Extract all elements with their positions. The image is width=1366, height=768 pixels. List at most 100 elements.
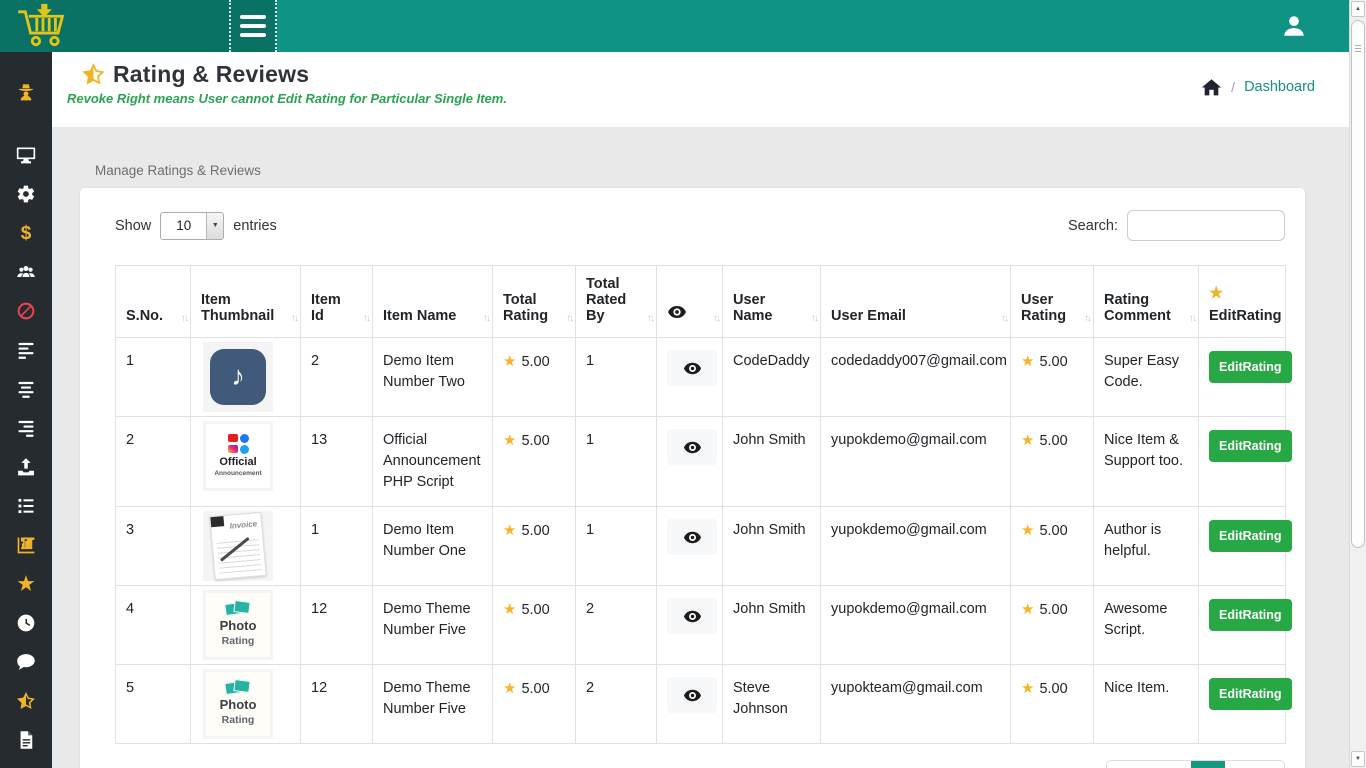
item-name-cell: Demo Item Number Two — [373, 338, 493, 417]
star-icon: ★ — [1021, 353, 1034, 370]
column-header-item-thumbnail[interactable]: Item Thumbnail↑↓ — [191, 266, 301, 338]
thumbnail-cell: Photo Rating — [191, 586, 301, 665]
sidebar-item-list-2[interactable] — [11, 375, 41, 403]
view-rating-button[interactable] — [667, 677, 717, 713]
ratings-table: S.No.↑↓ Item Thumbnail↑↓ Item Id↑↓ Item … — [115, 265, 1286, 744]
star-icon: ★ — [503, 680, 516, 697]
column-header-sno[interactable]: S.No.↑↓ — [116, 266, 191, 338]
photos-graphic — [225, 601, 251, 616]
item-thumbnail-image: ♪ — [210, 349, 266, 405]
item-name-cell: Official Announcement PHP Script — [373, 417, 493, 507]
rating-comment-cell: Nice Item & Support too. — [1094, 417, 1199, 507]
rating-comment-cell: Nice Item. — [1094, 665, 1199, 744]
edit-rating-button[interactable]: EditRating — [1209, 678, 1292, 710]
table-row: 4 Photo Rating 12 Demo Theme Number Five… — [116, 586, 1286, 665]
dollar-icon: $ — [21, 224, 32, 243]
sidebar-item-upload[interactable] — [11, 453, 41, 481]
user-icon — [1281, 13, 1307, 39]
column-header-total-rating[interactable]: Total Rating↑↓ — [493, 266, 576, 338]
item-thumbnail-image: Photo Rating — [206, 672, 270, 736]
sidebar-item-history[interactable] — [11, 609, 41, 637]
edit-rating-button[interactable]: EditRating — [1209, 430, 1292, 462]
vertical-scrollbar[interactable]: ▲ ▼ — [1349, 0, 1366, 768]
instagram-icon — [228, 445, 238, 453]
pagination-page-1[interactable]: 1 — [1191, 761, 1225, 768]
sidebar-item-ordered-list[interactable] — [11, 492, 41, 520]
edit-rating-button[interactable]: EditRating — [1209, 520, 1292, 552]
page-header: Rating & Reviews Revoke Right means User… — [52, 52, 1349, 127]
table-row: 2 Official Announcement 13 Official Anno… — [116, 417, 1286, 507]
brand-logo[interactable] — [0, 0, 229, 52]
star-icon: ★ — [17, 575, 34, 594]
sidebar-item-payments[interactable]: $ — [11, 219, 41, 247]
column-header-view[interactable]: ↑↓ — [657, 266, 723, 338]
total-rating-cell: ★5.00 — [493, 665, 576, 744]
sidebar-item-list-1[interactable] — [11, 336, 41, 364]
sidebar-item-ratings[interactable]: ★ — [11, 570, 41, 598]
sidebar-item-list-3[interactable] — [11, 414, 41, 442]
users-icon — [16, 262, 36, 282]
sidebar-item-comments[interactable] — [11, 648, 41, 676]
view-rating-button[interactable] — [667, 519, 717, 555]
align-center-icon — [16, 379, 36, 399]
hamburger-menu-button[interactable] — [229, 0, 277, 52]
user-email-cell: yupokteam@gmail.com — [821, 665, 1011, 744]
column-header-item-id[interactable]: Item Id↑↓ — [301, 266, 373, 338]
column-header-user-name[interactable]: User Name↑↓ — [723, 266, 821, 338]
sidebar-item-desktop[interactable] — [11, 141, 41, 169]
star-icon: ★ — [1021, 522, 1034, 539]
column-header-user-email[interactable]: User Email↑↓ — [821, 266, 1011, 338]
show-label: Show — [115, 218, 151, 234]
column-header-user-rating[interactable]: User Rating↑↓ — [1011, 266, 1094, 338]
item-thumbnail-image: Invoice — [209, 512, 266, 580]
sidebar-item-banned[interactable] — [11, 297, 41, 325]
breadcrumb-dashboard-link[interactable]: Dashboard — [1244, 79, 1315, 95]
view-rating-button[interactable] — [667, 350, 717, 386]
thumbnail-cell: ♪ — [191, 338, 301, 417]
table-row: 1 ♪ 2 Demo Item Number Two ★5.00 1 CodeD… — [116, 338, 1286, 417]
sidebar-item-reviews[interactable] — [11, 687, 41, 715]
sidebar-item-settings[interactable] — [11, 180, 41, 208]
user-email-cell: yupokdemo@gmail.com — [821, 507, 1011, 586]
upload-icon — [16, 457, 36, 477]
user-rating-cell: ★5.00 — [1011, 417, 1094, 507]
total-rated-by-cell: 2 — [576, 665, 657, 744]
user-name-cell: Steve Johnson — [723, 665, 821, 744]
user-name-cell: John Smith — [723, 586, 821, 665]
column-header-item-name[interactable]: Item Name↑↓ — [373, 266, 493, 338]
pagination-previous[interactable]: Previous — [1107, 761, 1191, 768]
star-half-icon — [16, 691, 36, 711]
sort-icon: ↑↓ — [811, 313, 817, 324]
user-name-cell: John Smith — [723, 507, 821, 586]
page-length-select[interactable]: 10 ▼ — [160, 212, 224, 240]
topbar — [0, 0, 1349, 52]
sidebar-item-users[interactable] — [11, 258, 41, 286]
pagination: Previous 1 Next — [1106, 760, 1285, 768]
edit-rating-button[interactable]: EditRating — [1209, 351, 1292, 383]
user-rating-cell: ★5.00 — [1011, 507, 1094, 586]
star-icon: ★ — [503, 353, 516, 370]
item-id-cell: 12 — [301, 665, 373, 744]
rating-comment-cell: Super Easy Code. — [1094, 338, 1199, 417]
sno-cell: 4 — [116, 586, 191, 665]
view-rating-button[interactable] — [667, 429, 717, 465]
sno-cell: 5 — [116, 665, 191, 744]
search-input[interactable] — [1127, 210, 1285, 241]
scroll-up-button[interactable]: ▲ — [1351, 1, 1365, 17]
column-header-edit-rating: ★EditRating — [1199, 266, 1286, 338]
column-header-total-rated-by[interactable]: Total Rated By↑↓ — [576, 266, 657, 338]
sidebar-item-admin[interactable] — [11, 78, 41, 106]
pagination-next[interactable]: Next — [1225, 761, 1284, 768]
view-rating-button[interactable] — [667, 598, 717, 634]
scroll-down-button[interactable]: ▼ — [1351, 751, 1365, 767]
facebook-icon — [240, 434, 249, 443]
sort-icon: ↑↓ — [363, 313, 369, 324]
user-menu-button[interactable] — [1281, 13, 1307, 39]
photos-graphic — [225, 680, 251, 695]
scrollbar-thumb[interactable] — [1351, 20, 1365, 548]
sidebar-item-pages[interactable] — [11, 726, 41, 754]
sidebar-item-reports[interactable] — [11, 531, 41, 559]
column-header-rating-comment[interactable]: Rating Comment↑↓ — [1094, 266, 1199, 338]
edit-rating-button[interactable]: EditRating — [1209, 599, 1292, 631]
home-icon[interactable] — [1201, 77, 1222, 98]
